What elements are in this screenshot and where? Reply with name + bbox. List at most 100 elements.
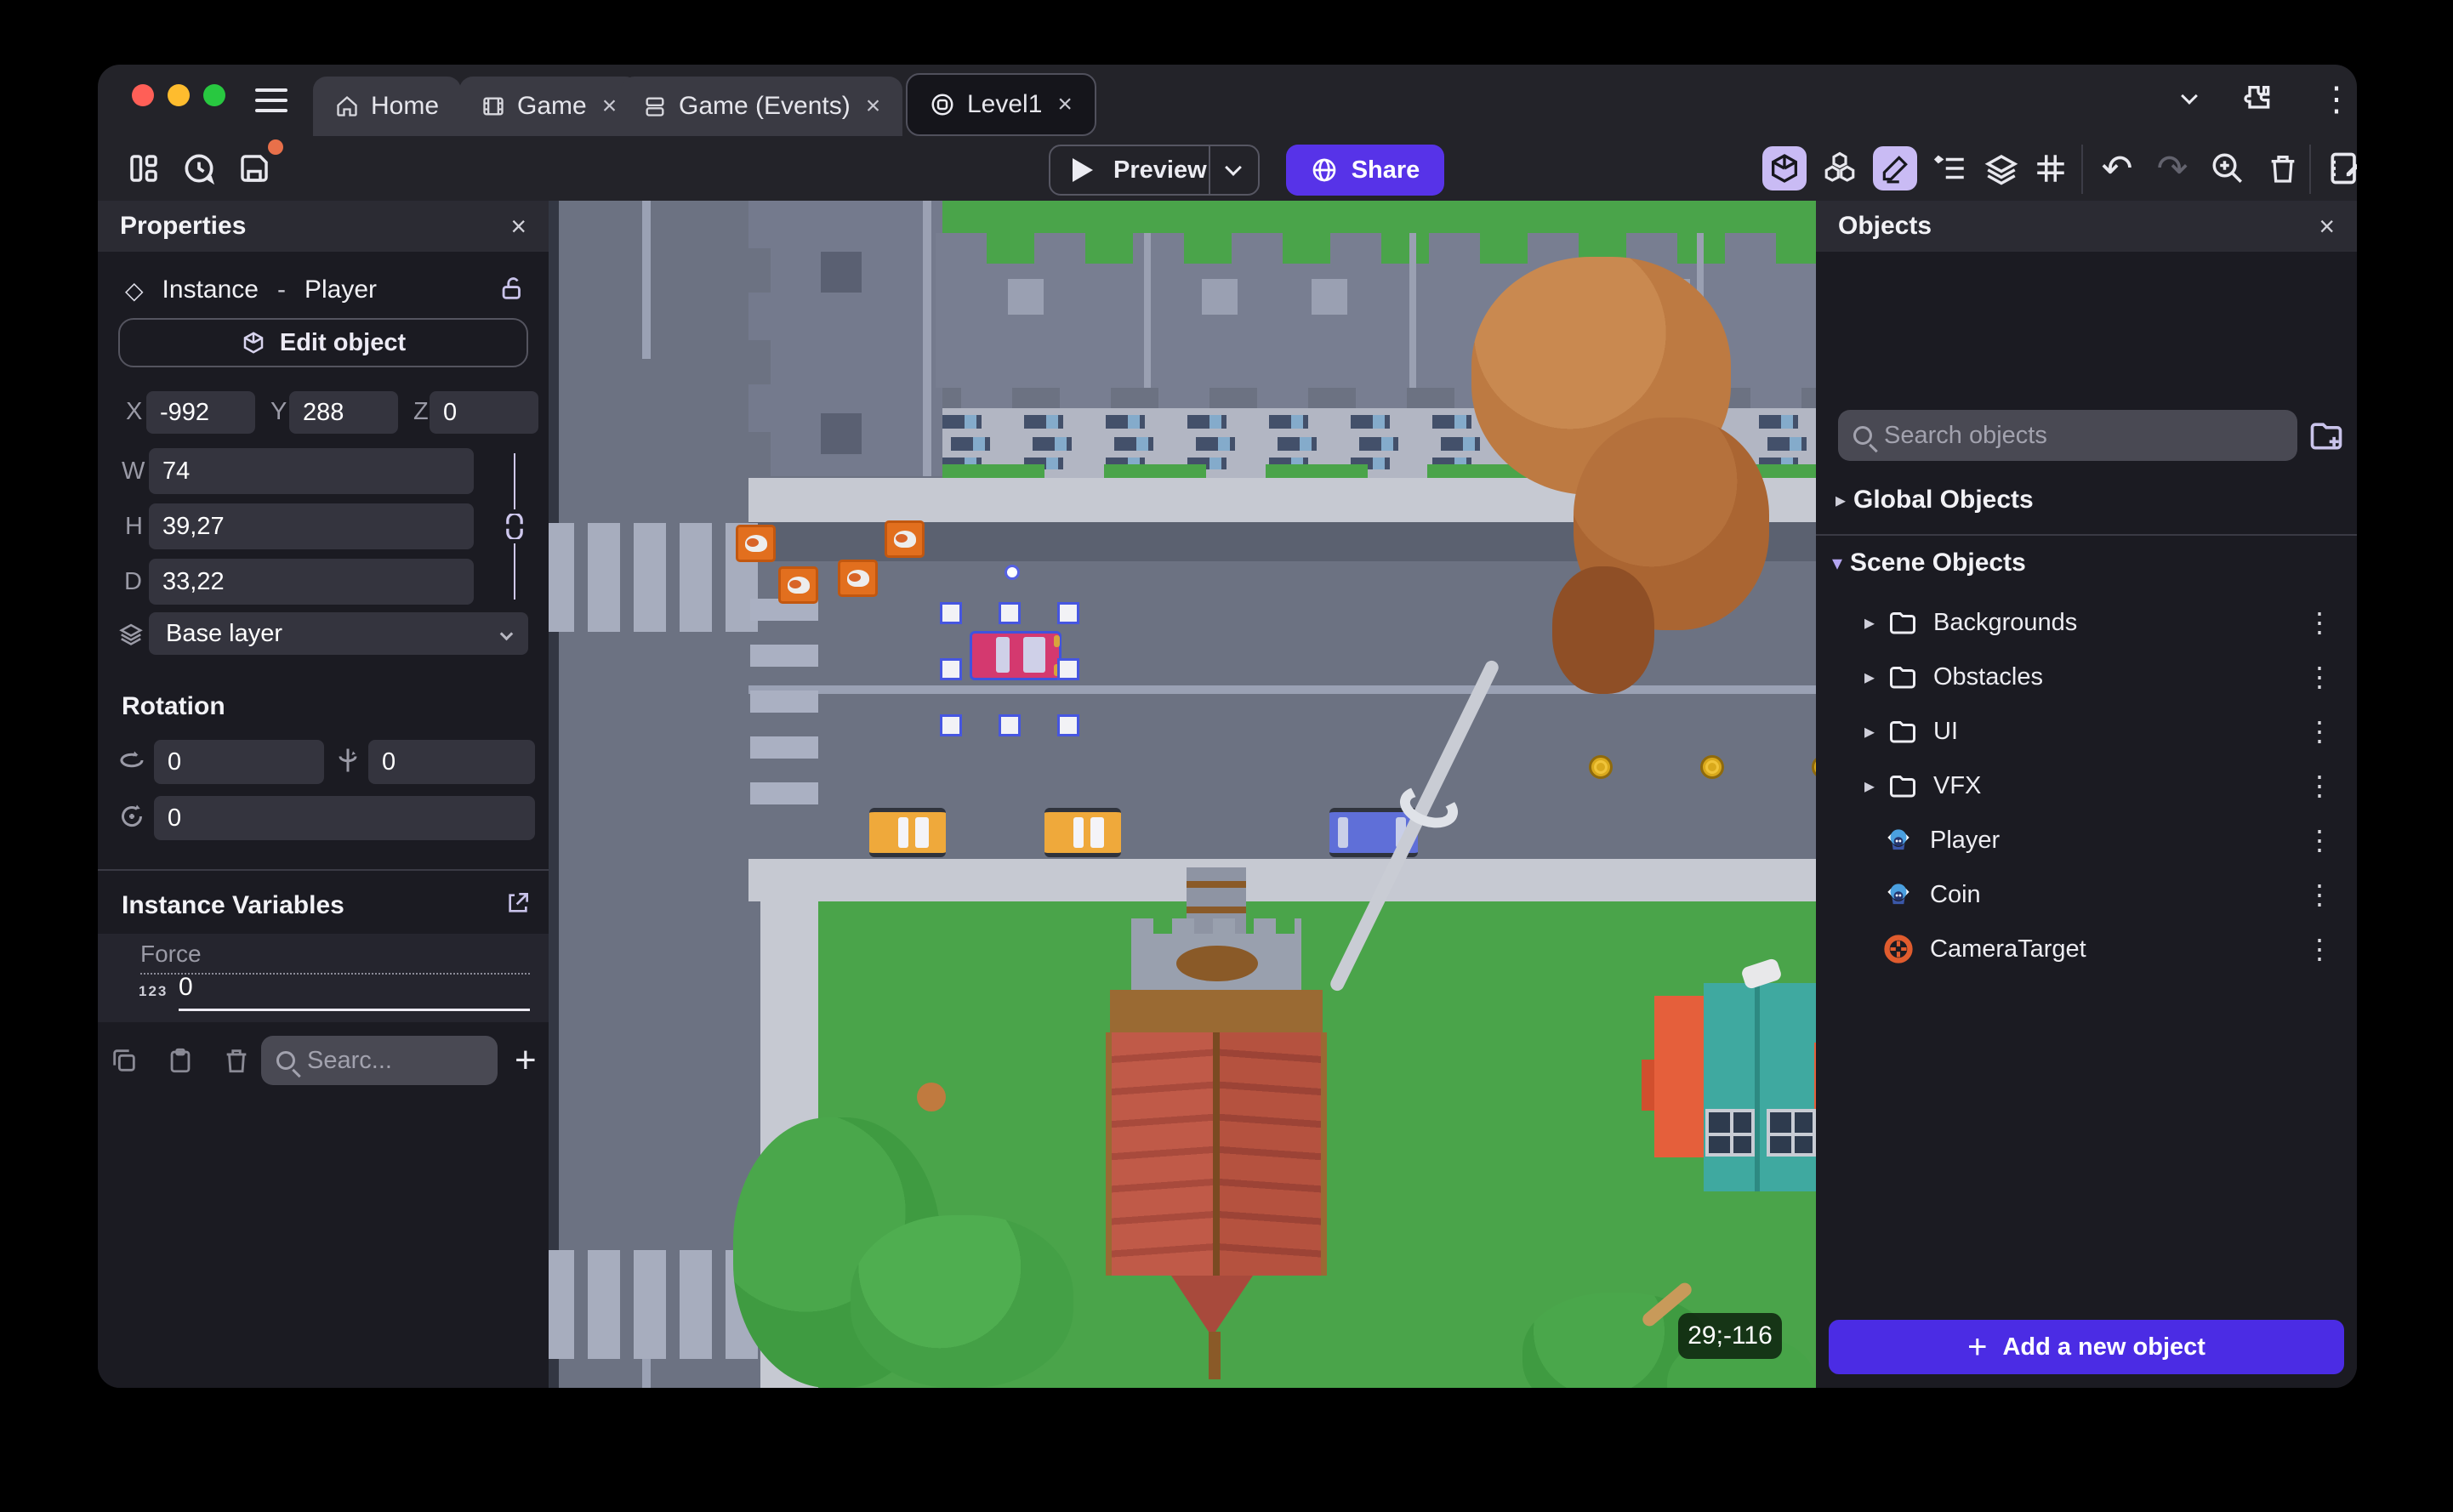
row-kebab-icon[interactable]: ⋮: [2306, 933, 2333, 965]
tree-item-coin[interactable]: Coin ⋮: [1816, 867, 2357, 922]
open-variables-external-icon[interactable]: [504, 890, 532, 917]
add-new-object-button[interactable]: + Add a new object: [1829, 1320, 2344, 1374]
close-window-button[interactable]: [132, 84, 154, 106]
folder-icon: [1887, 662, 1918, 692]
tab-level1[interactable]: Level1 ×: [906, 73, 1096, 136]
variables-search-input[interactable]: [307, 1046, 482, 1075]
group-global-objects[interactable]: ▸ Global Objects: [1816, 481, 2357, 519]
minimize-window-button[interactable]: [168, 84, 190, 106]
car-yellow-instance[interactable]: [869, 808, 946, 857]
selected-player-car-instance[interactable]: [970, 631, 1061, 680]
obstacle-crate[interactable]: [838, 560, 878, 597]
selection-handle[interactable]: [1057, 714, 1079, 736]
d-input[interactable]: [149, 559, 474, 605]
objects-cubes-icon[interactable]: [1818, 146, 1862, 190]
tree-folder-backgrounds[interactable]: ▸ Backgrounds ⋮: [1816, 595, 2357, 650]
z-input[interactable]: [430, 391, 538, 434]
tree-folder-obstacles[interactable]: ▸ Obstacles ⋮: [1816, 650, 2357, 704]
zoom-window-button[interactable]: [203, 84, 225, 106]
tree-folder-vfx[interactable]: ▸ VFX ⋮: [1816, 759, 2357, 813]
delete-variable-trash-icon[interactable]: [222, 1046, 251, 1075]
obstacle-crate[interactable]: [885, 520, 925, 558]
rotation-handle[interactable]: [1005, 565, 1020, 580]
window-chevron-down-icon[interactable]: [2181, 88, 2198, 105]
trash-icon[interactable]: [2261, 146, 2305, 190]
close-objects-icon[interactable]: ×: [2319, 211, 2335, 242]
row-kebab-icon[interactable]: ⋮: [2306, 715, 2333, 747]
rotation-y-input[interactable]: [368, 740, 535, 784]
z-label: Z: [413, 398, 429, 425]
edit-pencil-toggle-icon[interactable]: [1873, 146, 1917, 190]
y-input[interactable]: [289, 391, 398, 434]
close-tab-icon[interactable]: ×: [1057, 90, 1073, 119]
x-input[interactable]: [146, 391, 255, 434]
layers-icon[interactable]: [1979, 146, 2023, 190]
crosswalk-stripe: [750, 736, 818, 759]
w-input[interactable]: [149, 448, 474, 494]
redo-icon[interactable]: ↷: [2150, 146, 2194, 190]
tab-game[interactable]: Game ×: [459, 77, 640, 136]
close-tab-icon[interactable]: ×: [866, 92, 881, 121]
variable-row[interactable]: Force 123 0: [98, 934, 549, 1022]
row-kebab-icon[interactable]: ⋮: [2306, 878, 2333, 911]
objects-search[interactable]: [1838, 410, 2297, 461]
h-input[interactable]: [149, 503, 474, 549]
unlock-icon[interactable]: [498, 274, 526, 303]
selection-handle[interactable]: [999, 714, 1021, 736]
extensions-puzzle-icon[interactable]: [2241, 82, 2275, 116]
row-kebab-icon[interactable]: ⋮: [2306, 661, 2333, 693]
scene-editor-canvas[interactable]: 29;-116: [549, 201, 1816, 1388]
grid-icon[interactable]: [2029, 146, 2073, 190]
selection-handle[interactable]: [940, 658, 962, 680]
lock-ratio-link-icon[interactable]: [503, 514, 526, 539]
instances-list-icon[interactable]: [1928, 146, 1972, 190]
autumn-tree[interactable]: [1552, 566, 1654, 694]
edit-object-button[interactable]: Edit object: [118, 318, 528, 367]
obstacle-crate[interactable]: [736, 525, 776, 562]
car-yellow-instance[interactable]: [1044, 808, 1121, 857]
selection-handle[interactable]: [940, 602, 962, 624]
layer-select[interactable]: Base layer: [149, 612, 528, 655]
tree-item-player[interactable]: Player ⋮: [1816, 813, 2357, 867]
layout-panels-icon[interactable]: [122, 146, 166, 190]
close-properties-icon[interactable]: ×: [510, 211, 526, 242]
tree[interactable]: [851, 1215, 1073, 1388]
close-tab-icon[interactable]: ×: [602, 92, 618, 121]
house-teal-roof[interactable]: [1704, 983, 1816, 1191]
zoom-in-icon[interactable]: [2205, 146, 2250, 190]
tower-red-roof[interactable]: [1106, 1032, 1327, 1276]
group-scene-objects[interactable]: ▾ Scene Objects: [1816, 544, 2357, 582]
more-menu-kebab-icon[interactable]: ⋮: [2319, 80, 2353, 119]
coin-instance[interactable]: [1589, 755, 1613, 779]
tab-home[interactable]: Home: [313, 77, 462, 136]
tab-game-events[interactable]: Game (Events) ×: [621, 77, 903, 136]
copy-icon[interactable]: [110, 1046, 139, 1075]
tree-item-cameratarget[interactable]: CameraTarget ⋮: [1816, 922, 2357, 976]
preview-button[interactable]: Preview: [1049, 145, 1260, 196]
selection-handle[interactable]: [1057, 602, 1079, 624]
scene-properties-edit-icon[interactable]: [2323, 146, 2357, 190]
undo-icon[interactable]: ↶: [2095, 146, 2139, 190]
row-kebab-icon[interactable]: ⋮: [2306, 824, 2333, 856]
tree-folder-ui[interactable]: ▸ UI ⋮: [1816, 704, 2357, 759]
3d-view-toggle-icon[interactable]: [1762, 146, 1807, 190]
new-folder-icon[interactable]: [2308, 417, 2345, 454]
selection-handle[interactable]: [940, 714, 962, 736]
coin-instance[interactable]: [1700, 755, 1724, 779]
preview-options-chevron-icon[interactable]: [1225, 159, 1242, 176]
selection-handle[interactable]: [1057, 658, 1079, 680]
add-variable-plus-icon[interactable]: +: [515, 1039, 537, 1082]
row-kebab-icon[interactable]: ⋮: [2306, 770, 2333, 802]
row-kebab-icon[interactable]: ⋮: [2306, 606, 2333, 639]
objects-search-input[interactable]: [1884, 421, 2282, 450]
share-button[interactable]: Share: [1286, 145, 1444, 196]
rotation-x-input[interactable]: [154, 740, 324, 784]
history-icon[interactable]: [177, 146, 221, 190]
rotation-z-input[interactable]: [154, 796, 535, 840]
obstacle-crate[interactable]: [778, 566, 818, 604]
variable-value[interactable]: 0: [179, 973, 530, 1011]
variables-search[interactable]: [261, 1036, 498, 1085]
menu-icon[interactable]: [255, 88, 287, 112]
selection-handle[interactable]: [999, 602, 1021, 624]
paste-icon[interactable]: [166, 1046, 195, 1075]
